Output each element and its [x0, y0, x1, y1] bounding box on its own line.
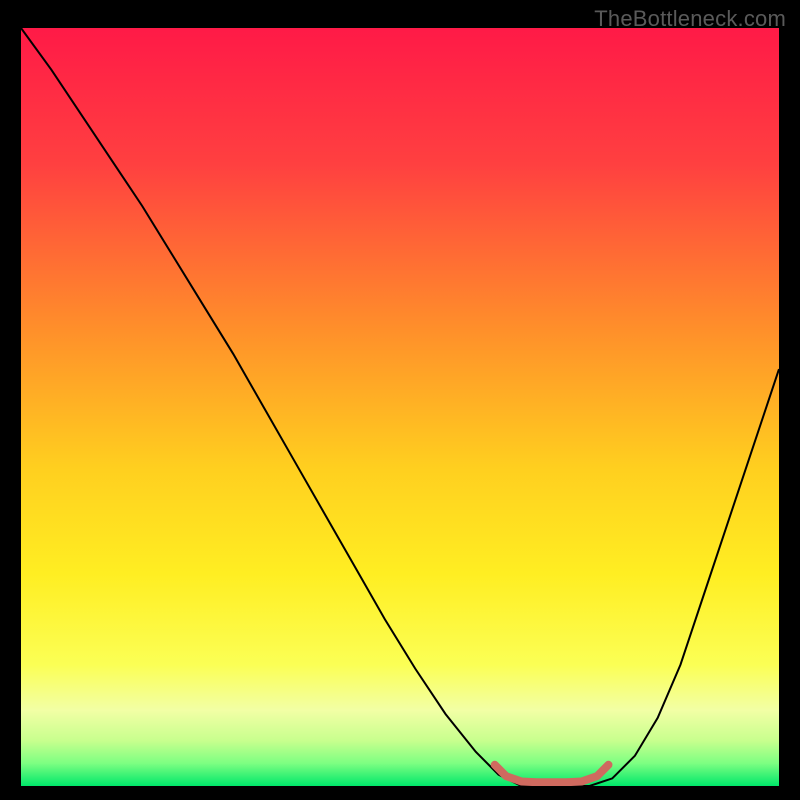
chart-plot-area — [21, 28, 779, 786]
chart-frame: TheBottleneck.com — [0, 0, 800, 800]
chart-background — [21, 28, 779, 786]
chart-svg — [21, 28, 779, 786]
watermark-text: TheBottleneck.com — [594, 6, 786, 32]
